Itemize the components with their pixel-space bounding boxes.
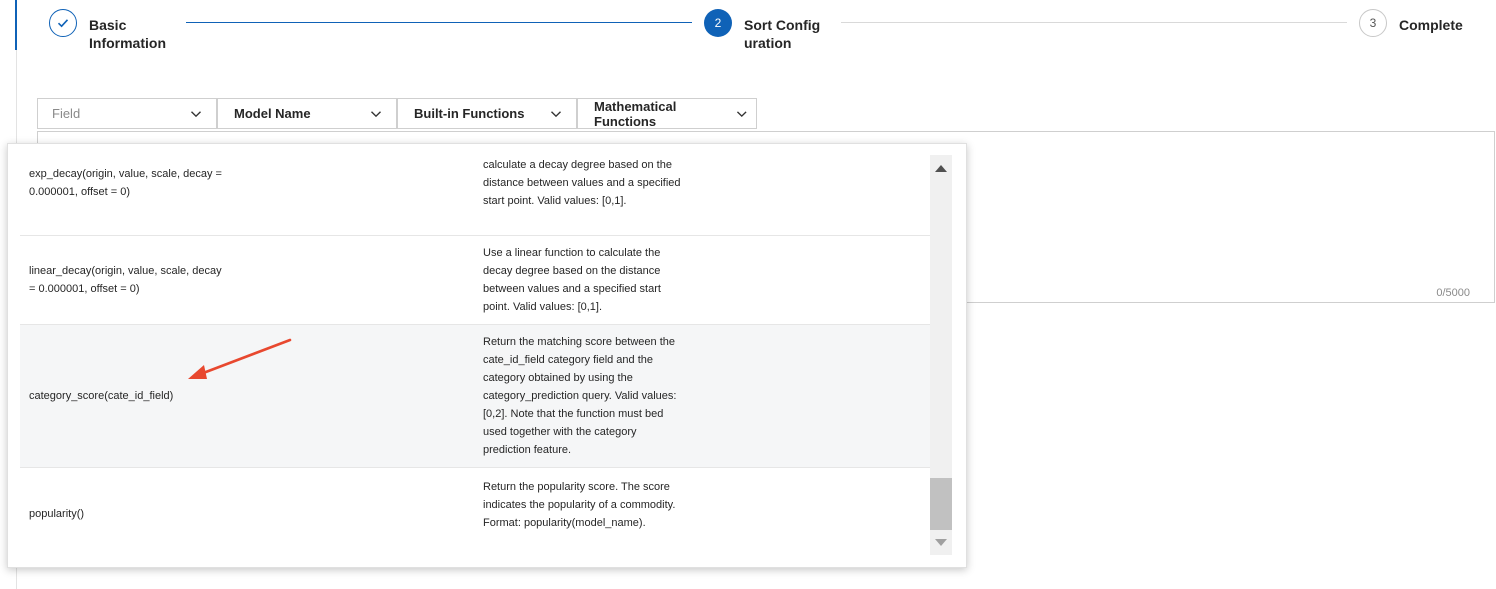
function-name: linear_decay(origin, value, scale, decay… — [29, 265, 222, 295]
built-in-functions-select[interactable]: Built-in Functions — [397, 98, 577, 129]
chevron-down-icon — [551, 110, 561, 117]
chevron-down-icon — [737, 110, 748, 117]
function-description: Return the popularity score. The score i… — [483, 481, 676, 529]
function-description: Use a linear function to calculate the d… — [483, 247, 661, 313]
step-3-label: Complete — [1399, 17, 1463, 33]
active-section-indicator — [15, 0, 17, 50]
model-name-select[interactable]: Model Name — [217, 98, 397, 129]
function-description: calculate a decay degree based on the di… — [483, 159, 681, 207]
step-2-indicator: 2 — [704, 9, 732, 37]
step-connector-1 — [186, 22, 692, 23]
function-option[interactable]: linear_decay(origin, value, scale, decay… — [20, 236, 936, 325]
scrollbar[interactable] — [930, 155, 952, 555]
annotation-arrow-icon — [188, 338, 292, 379]
function-description: Return the matching score between the ca… — [483, 336, 677, 456]
field-select-label: Field — [52, 106, 81, 121]
check-icon — [57, 19, 69, 28]
scroll-down-arrow-icon[interactable] — [935, 539, 947, 546]
built-in-functions-dropdown: exp_decay(origin, value, scale, decay = … — [7, 143, 967, 568]
scroll-up-arrow-icon[interactable] — [935, 165, 947, 172]
step-1-label: Basic Information — [89, 17, 166, 51]
mathematical-functions-select[interactable]: Mathematical Functions — [577, 98, 757, 129]
step-connector-2 — [841, 22, 1347, 23]
function-list: exp_decay(origin, value, scale, decay = … — [20, 144, 936, 568]
function-name: exp_decay(origin, value, scale, decay = … — [29, 168, 222, 198]
model-name-select-label: Model Name — [234, 106, 311, 121]
step-3-indicator: 3 — [1359, 9, 1387, 37]
function-option[interactable]: exp_decay(origin, value, scale, decay = … — [20, 144, 936, 236]
built-in-functions-select-label: Built-in Functions — [414, 106, 525, 121]
step-2-label: Sort Configuration — [744, 17, 821, 51]
function-option[interactable]: popularity() Return the popularity score… — [20, 468, 936, 568]
step-1-indicator — [49, 9, 77, 37]
scrollbar-thumb[interactable] — [930, 478, 952, 530]
chevron-down-icon — [371, 110, 381, 117]
character-counter: 0/5000 — [1436, 287, 1470, 299]
field-select[interactable]: Field — [37, 98, 217, 129]
function-name: popularity() — [29, 508, 85, 520]
mathematical-functions-select-label: Mathematical Functions — [594, 98, 677, 129]
function-option-highlighted[interactable]: category_score(cate_id_field) Return the… — [20, 325, 936, 468]
chevron-down-icon — [191, 110, 201, 117]
